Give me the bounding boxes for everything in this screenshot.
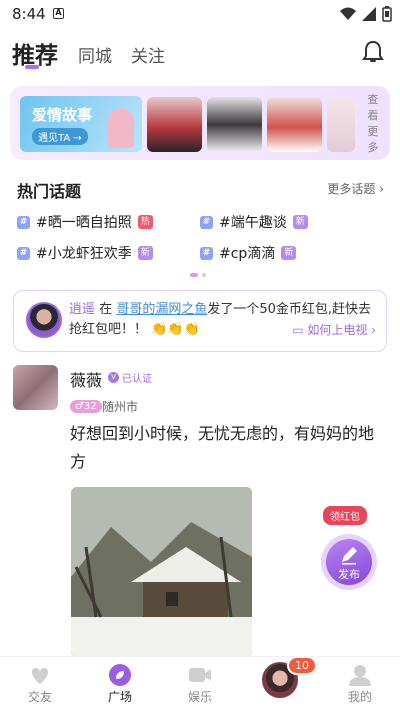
post-username[interactable]: 薇薇 <box>70 367 102 391</box>
hashtag-icon: # <box>200 246 213 260</box>
hot-topics-title: 热门话题 <box>17 182 82 201</box>
nav-me[interactable]: 我的 <box>330 661 390 705</box>
status-bar: 8:44 A <box>0 0 400 28</box>
banner-photo[interactable] <box>207 97 262 152</box>
pencil-icon <box>342 547 357 565</box>
hearts-icon <box>31 668 49 684</box>
tab-same-city[interactable]: 同城 <box>78 42 112 67</box>
more-topics-link[interactable]: 更多话题 › <box>327 180 384 197</box>
wifi-icon <box>340 7 356 20</box>
bottom-nav: 交友 广场 娱乐 我的 <box>0 656 400 712</box>
more-topics-label: 更多话题 <box>327 182 376 196</box>
new-badge: 新 <box>137 246 153 260</box>
notification-icon: A <box>53 8 64 19</box>
topic-label: #晒一晒自拍照 <box>36 215 132 231</box>
new-badge: 新 <box>292 215 308 229</box>
how-to-tv-link[interactable]: ▭ 如何上电视 › <box>292 321 376 338</box>
verified-label: 已认证 <box>122 374 152 385</box>
publish-button[interactable]: 发布 <box>326 539 372 585</box>
topic-item[interactable]: # #小龙虾狂欢季 新 <box>17 243 153 263</box>
banner-photo[interactable] <box>147 97 202 152</box>
nav-label: 娱乐 <box>187 690 212 704</box>
tv-link-label: 如何上电视 › <box>307 323 376 337</box>
status-time: 8:44 <box>12 5 46 23</box>
banner-photo[interactable] <box>267 97 322 152</box>
battery-icon <box>382 6 392 22</box>
person-icon <box>349 665 371 686</box>
chevron-right-icon: › <box>379 182 384 196</box>
pager-dot <box>202 273 206 277</box>
nav-label: 广场 <box>107 690 132 704</box>
new-badge: 新 <box>281 246 297 260</box>
verified-icon: V <box>108 372 119 383</box>
status-icons <box>340 6 392 22</box>
banner-photo[interactable] <box>327 97 355 152</box>
nav-label: 交友 <box>27 690 52 704</box>
topic-label: #端午趣谈 <box>219 215 287 231</box>
clap-emoji: 👏👏👏 <box>151 322 200 337</box>
topic-label: #cp滴滴 <box>219 246 276 262</box>
post-city: 随州市 <box>102 400 139 414</box>
topic-label: #小龙虾狂欢季 <box>36 246 132 262</box>
topic-item[interactable]: # #端午趣谈 新 <box>200 212 308 232</box>
nav-friends[interactable]: 交友 <box>10 661 70 705</box>
pager-dot-active <box>190 273 198 277</box>
signal-icon <box>362 7 376 21</box>
hashtag-icon: # <box>17 246 30 260</box>
nav-label: 我的 <box>347 690 372 704</box>
top-tabs: 推荐 同城 关注 <box>0 30 400 76</box>
topic-item[interactable]: # #cp滴滴 新 <box>200 243 297 263</box>
love-story-title: 爱情故事 <box>32 106 93 124</box>
love-story-card[interactable]: 爱情故事 遇见TA → <box>20 96 142 152</box>
avatar[interactable] <box>26 302 62 338</box>
love-story-sub: 遇见TA → <box>32 128 88 145</box>
notice-in: 在 <box>99 302 113 317</box>
topic-item[interactable]: # #晒一晒自拍照 热 <box>17 212 153 232</box>
red-packet-button[interactable]: 领红包 <box>323 506 367 525</box>
message-count-badge: 10 <box>287 656 317 675</box>
snow-cottage-painting <box>71 487 252 657</box>
hot-badge: 热 <box>137 215 153 229</box>
active-tab-indicator <box>25 65 39 69</box>
nav-entertainment[interactable]: 娱乐 <box>170 661 230 705</box>
leaf-icon <box>109 664 131 686</box>
couple-illustration <box>108 108 134 148</box>
post-image[interactable] <box>71 487 252 657</box>
nav-square[interactable]: 广场 <box>90 661 150 705</box>
post-text: 好想回到小时候，无忧无虑的，有妈妈的地方 <box>70 424 375 471</box>
hashtag-icon: # <box>17 215 30 229</box>
avatar[interactable] <box>13 365 58 410</box>
verified-badge: V 已认证 <box>108 370 152 385</box>
notice-room[interactable]: 哥哥的漏网之鱼 <box>116 302 207 317</box>
hashtag-icon: # <box>200 215 213 229</box>
publish-label: 发布 <box>338 568 360 581</box>
see-more-button[interactable]: 查看更多 <box>365 92 381 156</box>
age-badge: ♂32 <box>70 400 102 413</box>
bell-icon[interactable] <box>362 40 384 64</box>
video-icon <box>189 668 211 682</box>
tab-follow[interactable]: 关注 <box>131 42 165 67</box>
notice-user[interactable]: 逍遥 <box>69 302 95 317</box>
tv-icon: ▭ <box>292 323 304 337</box>
pager-dots <box>190 273 206 277</box>
